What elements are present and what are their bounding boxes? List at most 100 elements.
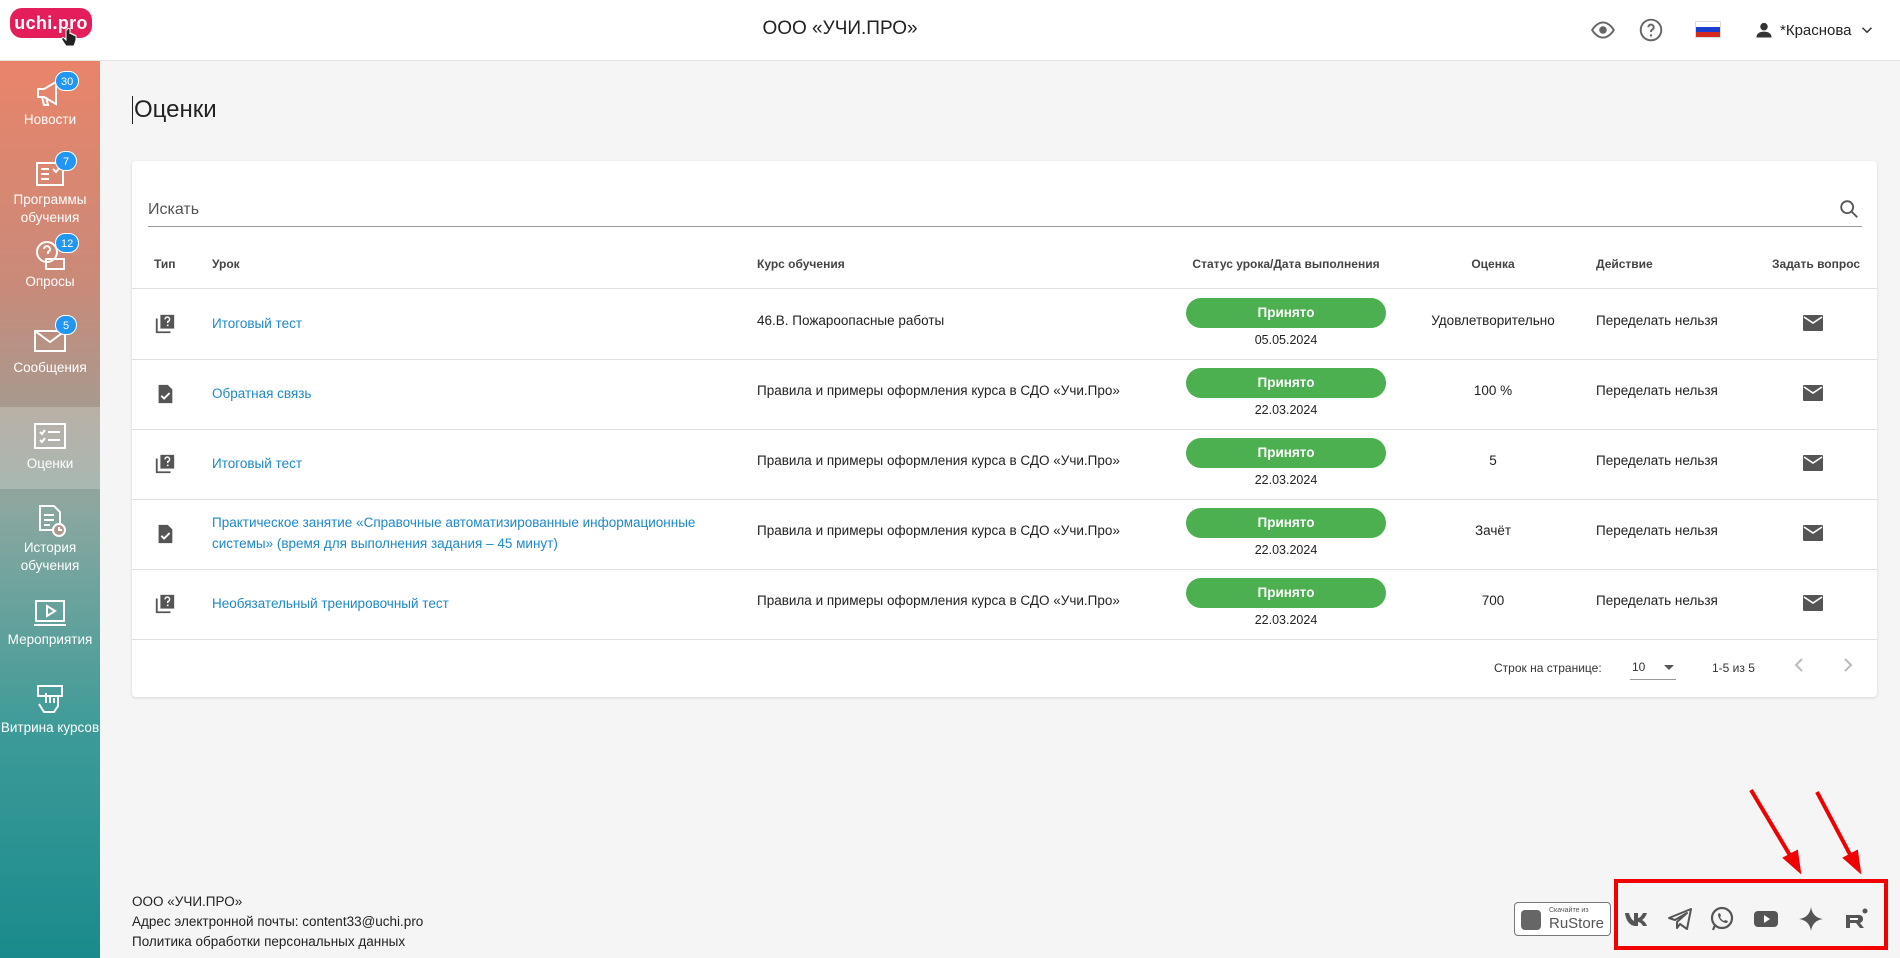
mail-icon[interactable] [1801,591,1825,615]
footer-email[interactable]: Адрес электронной почты: content33@uchi.… [132,912,423,932]
sidebar-item-label: Мероприятия [7,632,93,647]
messages-badge: 5 [55,315,77,335]
search-icon[interactable] [1838,198,1860,220]
sidebar-item-history[interactable]: История обучения [0,497,100,579]
history-icon [39,505,66,537]
search-field[interactable]: Искать [148,193,1862,227]
programs-badge: 7 [55,151,77,171]
news-badge: 30 [55,71,80,91]
quiz-icon [155,594,175,614]
column-header-type: Тип [154,257,176,271]
lesson-link[interactable]: Обратная связь [212,383,732,404]
table-row: Обратная связь Правила и примеры оформле… [132,359,1877,429]
column-header-status: Статус урока/Дата выполнения [1192,257,1380,271]
russian-flag-icon[interactable] [1695,21,1721,38]
status-date: 22.03.2024 [1254,543,1318,557]
next-page-icon[interactable] [1836,653,1860,677]
events-icon [34,600,66,626]
rows-per-page-label: Строк на странице: [1494,661,1602,675]
column-header-lesson: Урок [212,257,240,271]
sidebar-item-label: Сообщения [13,360,87,375]
caret-down-icon [1664,665,1674,670]
sidebar-item-programs[interactable]: 7 Программы обучения [0,149,100,229]
column-header-ask: Задать вопрос [1772,257,1861,271]
annotation-highlight-box [1614,879,1888,950]
action-text: Переделать нельзя [1596,383,1718,398]
sidebar-item-events[interactable]: Мероприятия [0,589,100,659]
org-title: ООО «УЧИ.ПРО» [762,18,918,39]
mail-icon[interactable] [1801,521,1825,545]
sidebar-item-label: Новости [23,112,77,127]
mail-icon[interactable] [1801,451,1825,475]
lesson-link[interactable]: Практическое занятие «Справочные автомат… [212,512,732,554]
sidebar-item-label: Опросы [25,274,75,289]
grades-card: Искать Тип Урок Курс обучения Статус уро… [132,161,1877,697]
divider [132,639,1877,640]
column-header-course: Курс обучения [757,257,845,271]
status-badge: Принято [1186,508,1386,538]
status-badge: Принято [1186,438,1386,468]
mail-icon[interactable] [1801,381,1825,405]
status-badge: Принято [1186,578,1386,608]
mail-icon[interactable] [1801,311,1825,335]
annotation-arrowhead-left [1782,849,1802,875]
footer: ООО «УЧИ.ПРО» Адрес электронной почты: c… [132,892,423,952]
footer-org: ООО «УЧИ.ПРО» [132,894,243,909]
status-date: 05.05.2024 [1254,333,1318,347]
column-header-grade: Оценка [1471,257,1515,271]
sidebar: 30 Новости 7 Программы обучения 12 Опрос… [0,61,100,958]
user-icon [1756,22,1772,38]
quiz-icon [155,454,175,474]
lesson-link[interactable]: Итоговый тест [212,313,732,334]
lesson-link[interactable]: Итоговый тест [212,453,732,474]
lesson-link[interactable]: Необязательный тренировочный тест [212,593,732,614]
rows-per-page-select[interactable]: 10 [1630,654,1676,680]
grade-value: Удовлетворительно [1431,313,1555,328]
task-done-icon [158,524,173,544]
grade-value: 5 [1489,453,1497,468]
status-date: 22.03.2024 [1254,473,1318,487]
footer-privacy-link[interactable]: Политика обработки персональных данных [132,932,423,952]
task-done-icon [158,384,173,404]
sidebar-item-label: Программы обучения [13,192,87,225]
sidebar-item-news[interactable]: 30 Новости [0,69,100,145]
annotation-arrow-right [1815,791,1856,863]
course-name: Правила и примеры оформления курса в СДО… [757,523,1120,538]
action-text: Переделать нельзя [1596,593,1718,608]
grades-icon [34,423,66,449]
table-row: Итоговый тест Правила и примеры оформлен… [132,429,1877,499]
action-text: Переделать нельзя [1596,523,1718,538]
rows-per-page-value: 10 [1632,660,1646,674]
course-name: Правила и примеры оформления курса в СДО… [757,453,1120,468]
help-icon[interactable] [1638,17,1664,43]
sidebar-item-label: Оценки [26,456,74,471]
showcase-icon [37,685,63,713]
search-input[interactable]: Искать [148,201,199,219]
sidebar-item-label: Витрина курсов [0,720,100,735]
sidebar-item-messages[interactable]: 5 Сообщения [0,313,100,393]
rustore-logo-icon [1521,910,1541,930]
eye-icon[interactable] [1590,17,1616,43]
user-menu[interactable]: *Краснова [1754,17,1876,43]
table-row: Необязательный тренировочный тест Правил… [132,569,1877,639]
sidebar-item-grades[interactable]: Оценки [0,407,100,489]
sidebar-item-label: История обучения [20,540,80,573]
previous-page-icon[interactable] [1787,653,1811,677]
action-text: Переделать нельзя [1596,453,1718,468]
status-badge: Принято [1186,298,1386,328]
pagination-range: 1-5 из 5 [1712,661,1755,675]
table-row: Итоговый тест 46.В. Пожароопасные работы… [132,289,1877,359]
status-date: 22.03.2024 [1254,613,1318,627]
rustore-button[interactable]: Скачайте из RuStore [1514,902,1611,936]
grade-value: 700 [1481,593,1505,608]
rustore-big-text: RuStore [1549,915,1605,932]
top-header: uchi.pro ООО «УЧИ.ПРО» *Краснова [0,0,1900,61]
sidebar-item-surveys[interactable]: 12 Опросы [0,231,100,311]
annotation-arrowhead-right [1842,849,1862,875]
status-badge: Принято [1186,368,1386,398]
course-name: Правила и примеры оформления курса в СДО… [757,383,1120,398]
course-name: Правила и примеры оформления курса в СДО… [757,593,1120,608]
user-name: *Краснова [1780,21,1852,39]
sidebar-item-showcase[interactable]: Витрина курсов [0,681,100,761]
column-header-action: Действие [1596,257,1653,271]
